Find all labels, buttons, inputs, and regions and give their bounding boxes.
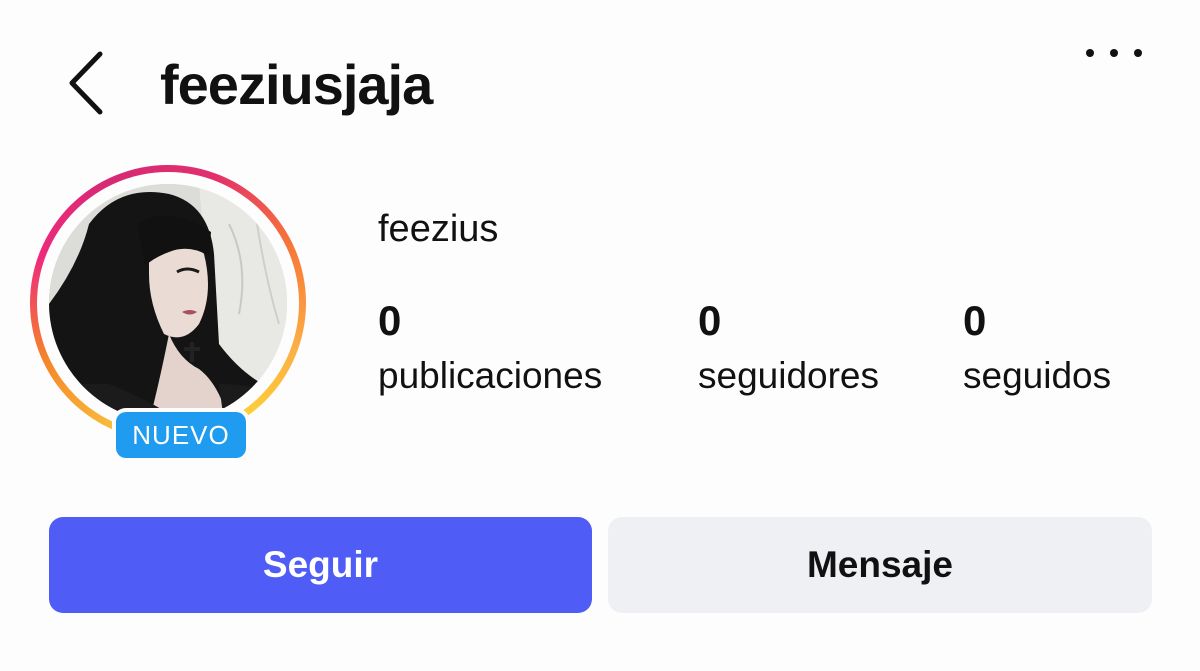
avatar-photo-illustration [49, 184, 287, 422]
profile-page: feeziusjaja NUEVO feezius 0 publicacione… [0, 0, 1200, 671]
stat-followers-count: 0 [698, 297, 722, 344]
follow-button[interactable]: Seguir [49, 517, 592, 613]
avatar [49, 184, 287, 422]
stat-posts-label: publicaciones [378, 355, 603, 396]
chevron-left-icon [69, 51, 103, 115]
stat-followers-label: seguidores [698, 355, 880, 396]
stat-following-count: 0 [963, 297, 987, 344]
new-badge: NUEVO [112, 408, 250, 462]
profile-username: feeziusjaja [160, 53, 433, 116]
message-button[interactable]: Mensaje [608, 517, 1152, 613]
back-button[interactable] [62, 50, 110, 116]
stat-followers[interactable]: 0 seguidores [698, 296, 879, 400]
avatar-story-ring[interactable]: NUEVO [30, 165, 306, 465]
more-options-button[interactable] [1086, 36, 1142, 70]
stat-following-label: seguidos [963, 355, 1112, 396]
new-badge-label: NUEVO [116, 412, 246, 458]
stat-posts-count: 0 [378, 297, 402, 344]
stat-posts[interactable]: 0 publicaciones [378, 296, 602, 400]
more-horizontal-icon [1086, 49, 1094, 57]
display-name: feezius [378, 208, 499, 250]
stat-following[interactable]: 0 seguidos [963, 296, 1111, 400]
